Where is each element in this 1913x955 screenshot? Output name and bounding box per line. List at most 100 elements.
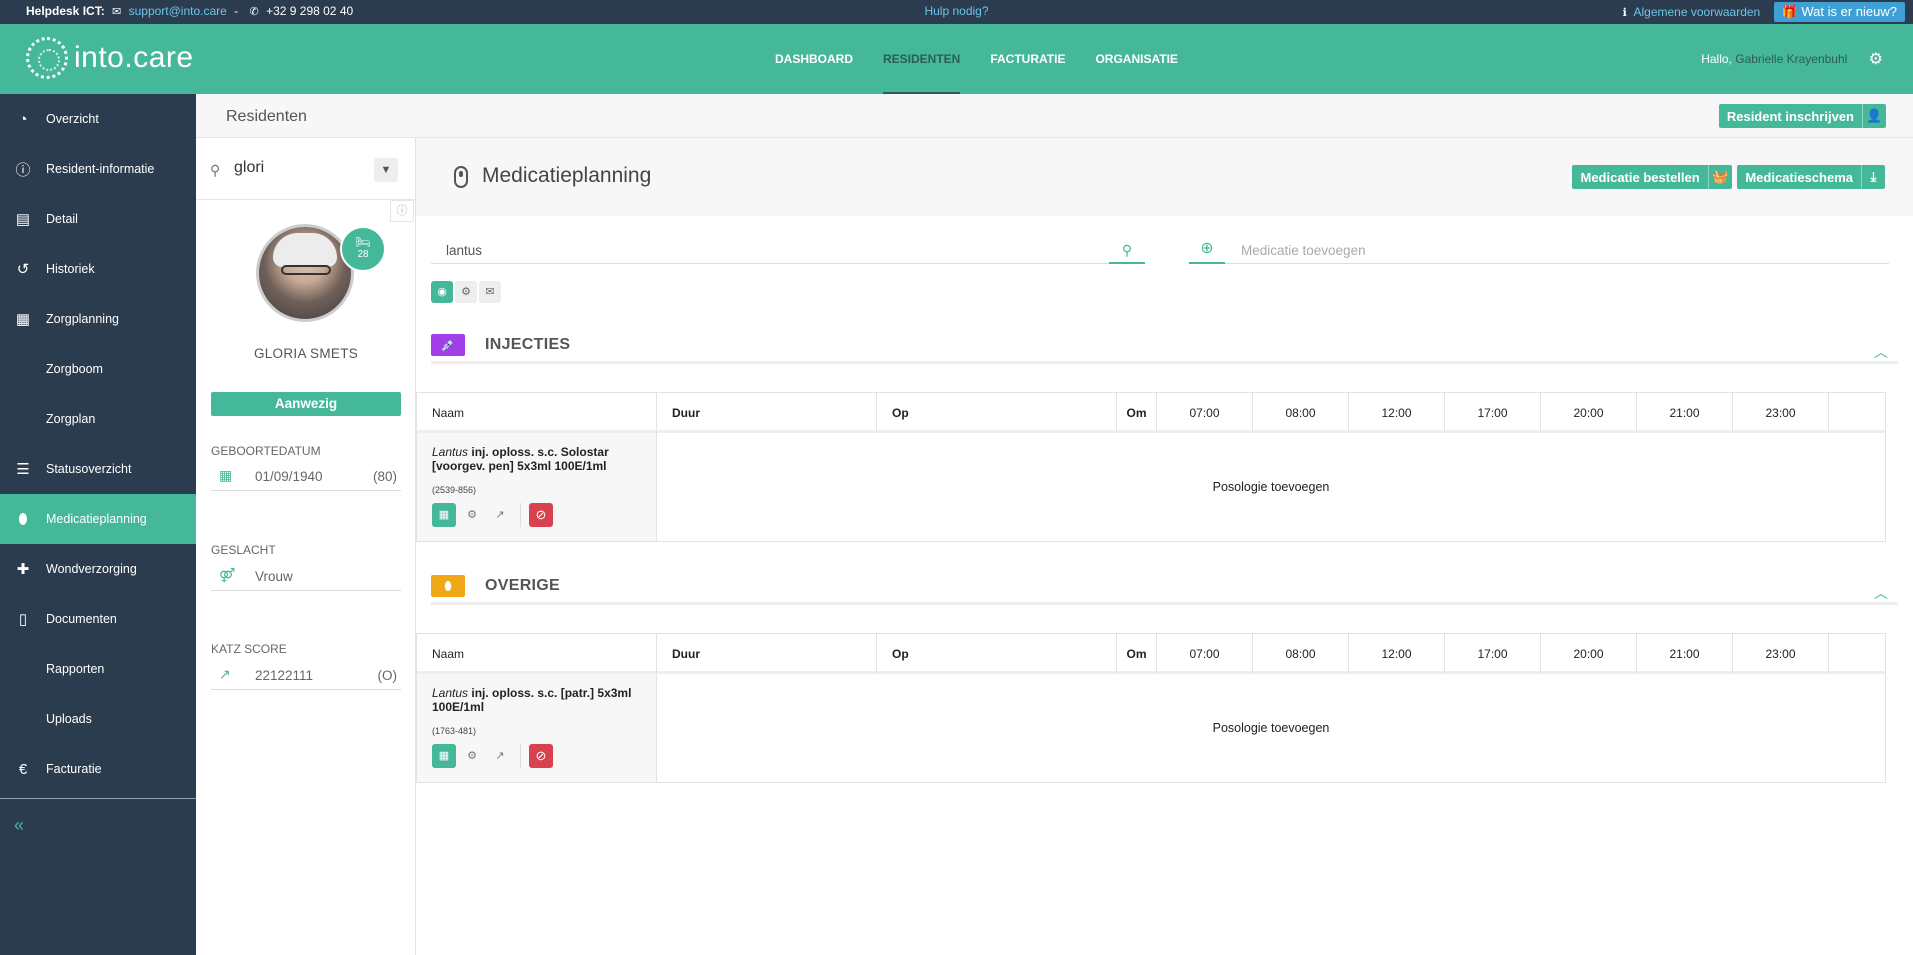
nav-facturatie[interactable]: FACTURATIE xyxy=(990,24,1065,94)
sidebar-item-label: Historiek xyxy=(46,262,95,276)
sidebar-item-facturatie[interactable]: € Facturatie xyxy=(0,744,196,794)
table-overige: Naam Duur Op Om 07:00 08:00 12:00 17:00 … xyxy=(416,633,1886,783)
sidebar-item-uploads[interactable]: Uploads xyxy=(0,694,196,744)
gear-icon[interactable]: ⚙ xyxy=(460,503,484,527)
col-time: 20:00 xyxy=(1541,393,1637,433)
sidebar-item-label: Zorgplanning xyxy=(46,312,119,326)
user-name[interactable]: Gabrielle Krayenbuhl xyxy=(1735,52,1847,66)
bed-number: 28 xyxy=(357,249,369,260)
order-medication-button[interactable]: Medicatie bestellen 🧺 xyxy=(1572,165,1732,189)
section-injecties: 💉 INJECTIES ︿ xyxy=(431,334,1898,364)
col-om: Om xyxy=(1117,634,1157,674)
sidebar-item-wondverzorging[interactable]: ✚ Wondverzorging xyxy=(0,544,196,594)
greeting: Hallo, xyxy=(1701,52,1732,66)
medication-schema-label: Medicatieschema xyxy=(1745,169,1853,185)
medication-name[interactable]: Lantus inj. oploss. s.c. [patr.] 5x3ml 1… xyxy=(432,686,641,714)
user-area: Hallo, Gabrielle Krayenbuhl ⚙ xyxy=(1701,24,1883,94)
medication-code: (1763-481) xyxy=(432,726,477,736)
line-chart-icon[interactable]: ↗ xyxy=(488,744,512,768)
add-posology-button[interactable]: Posologie toevoegen xyxy=(657,433,1885,541)
nav-dashboard[interactable]: DASHBOARD xyxy=(775,24,853,94)
view-toggles: ◉ ⚙ ✉ xyxy=(431,281,503,303)
medication-cell: Lantus inj. oploss. s.c. Solostar [voorg… xyxy=(417,433,657,541)
sidebar-item-rapporten[interactable]: Rapporten xyxy=(0,644,196,694)
sidebar-item-overzicht[interactable]: ◔ Overzicht xyxy=(0,94,196,144)
medication-brand: Lantus xyxy=(432,445,469,459)
line-chart-icon[interactable]: ↗ xyxy=(488,503,512,527)
support-email-link[interactable]: support@into.care xyxy=(129,4,227,18)
syringe-icon: 💉 xyxy=(431,334,465,356)
enroll-resident-button[interactable]: Resident inschrijven 👤 xyxy=(1718,104,1886,128)
medication-search-input[interactable]: lantus xyxy=(446,243,482,258)
medication-name[interactable]: Lantus inj. oploss. s.c. Solostar [voorg… xyxy=(432,445,641,473)
table-row: Lantus inj. oploss. s.c. Solostar [voorg… xyxy=(417,433,1885,541)
gear-icon[interactable]: ⚙ xyxy=(460,744,484,768)
line-chart-icon: ↗ xyxy=(219,666,231,682)
plus-circle-icon[interactable]: ⊕ xyxy=(1189,238,1225,264)
col-duur: Duur xyxy=(657,634,877,674)
search-icon[interactable]: ⚲ xyxy=(1109,238,1145,264)
gender-icon: ⚤ xyxy=(219,567,236,583)
table-header: Naam Duur Op Om 07:00 08:00 12:00 17:00 … xyxy=(417,634,1885,674)
logo[interactable]: into.care xyxy=(26,35,194,81)
calendar-icon[interactable]: ▦ xyxy=(432,503,456,527)
sidebar-item-historiek[interactable]: ↺ Historiek xyxy=(0,244,196,294)
nav-organisatie[interactable]: ORGANISATIE xyxy=(1095,24,1177,94)
ban-icon[interactable]: ⊘ xyxy=(529,503,553,527)
medication-brand: Lantus xyxy=(432,686,469,700)
info-icon: ⓘ xyxy=(15,161,31,179)
resident-search-input[interactable] xyxy=(234,156,364,180)
helpdesk-bar: Helpdesk ICT: ✉ support@into.care - ✆ +3… xyxy=(0,0,1913,24)
sidebar-item-zorgplan[interactable]: Zorgplan xyxy=(0,394,196,444)
bed-badge: 🛏 28 xyxy=(340,226,386,272)
age-value: (80) xyxy=(372,469,397,484)
col-naam: Naam xyxy=(417,634,657,674)
history-icon: ↺ xyxy=(16,261,30,278)
col-op: Op xyxy=(877,393,1117,433)
ban-icon[interactable]: ⊘ xyxy=(529,744,553,768)
section-overige: ⬮ OVERIGE ︿ xyxy=(431,575,1898,605)
sidebar-item-zorgplanning[interactable]: ▦ Zorgplanning xyxy=(0,294,196,344)
medication-schema-button[interactable]: Medicatieschema ⤓ xyxy=(1737,165,1885,189)
col-time: 17:00 xyxy=(1445,393,1541,433)
sidebar-item-resident-informatie[interactable]: ⓘ Resident-informatie xyxy=(0,144,196,194)
add-posology-button[interactable]: Posologie toevoegen xyxy=(657,674,1885,782)
status-badge[interactable]: Aanwezig xyxy=(211,392,401,416)
birthdate-value: 01/09/1940 xyxy=(255,469,323,484)
col-naam: Naam xyxy=(417,393,657,433)
sidebar-item-medicatieplanning[interactable]: ⬮ Medicatieplanning xyxy=(0,494,196,544)
detail-icon: ▤ xyxy=(15,211,31,228)
col-time: 21:00 xyxy=(1637,393,1733,433)
info-icon[interactable]: ⓘ xyxy=(390,200,414,222)
sidebar-item-detail[interactable]: ▤ Detail xyxy=(0,194,196,244)
table-header: Naam Duur Op Om 07:00 08:00 12:00 17:00 … xyxy=(417,393,1885,433)
gear-icon[interactable]: ⚙ xyxy=(1869,25,1883,95)
calendar-icon[interactable]: ▦ xyxy=(432,744,456,768)
envelope-icon: ✉ xyxy=(112,6,122,18)
nav-residenten[interactable]: RESIDENTEN xyxy=(883,24,961,94)
chevron-up-icon[interactable]: ︿ xyxy=(1874,583,1888,603)
calendar-icon: ▦ xyxy=(219,467,233,483)
add-medication-input[interactable]: Medicatie toevoegen xyxy=(1241,243,1366,258)
sidebar-item-statusoverzicht[interactable]: ☰ Statusoverzicht xyxy=(0,444,196,494)
chevron-up-icon[interactable]: ︿ xyxy=(1874,342,1888,362)
sidebar-item-documenten[interactable]: ▯ Documenten xyxy=(0,594,196,644)
katz-class: (O) xyxy=(377,668,398,683)
eye-icon[interactable]: ◉ xyxy=(431,281,453,303)
terms-link[interactable]: Algemene voorwaarden xyxy=(1633,5,1760,19)
phone-icon: ✆ xyxy=(249,6,259,18)
envelope-open-icon[interactable]: ✉ xyxy=(479,281,501,303)
collapse-sidebar-icon[interactable]: « xyxy=(0,799,196,836)
filter-icon[interactable]: ▼ xyxy=(374,158,398,182)
medication-cell: Lantus inj. oploss. s.c. [patr.] 5x3ml 1… xyxy=(417,674,657,782)
gear-icon[interactable]: ⚙ xyxy=(455,281,477,303)
birthdate-label: GEBOORTEDATUM xyxy=(211,444,321,458)
help-link[interactable]: Hulp nodig? xyxy=(924,4,988,18)
sidebar-item-zorgboom[interactable]: Zorgboom xyxy=(0,344,196,394)
col-time: 07:00 xyxy=(1157,634,1253,674)
bed-icon: 🛏 xyxy=(355,235,371,249)
whats-new-button[interactable]: 🎁 Wat is er nieuw? xyxy=(1773,2,1905,22)
logo-text: into.care xyxy=(74,41,194,74)
list-icon: ☰ xyxy=(16,461,30,478)
order-medication-label: Medicatie bestellen xyxy=(1580,169,1700,185)
